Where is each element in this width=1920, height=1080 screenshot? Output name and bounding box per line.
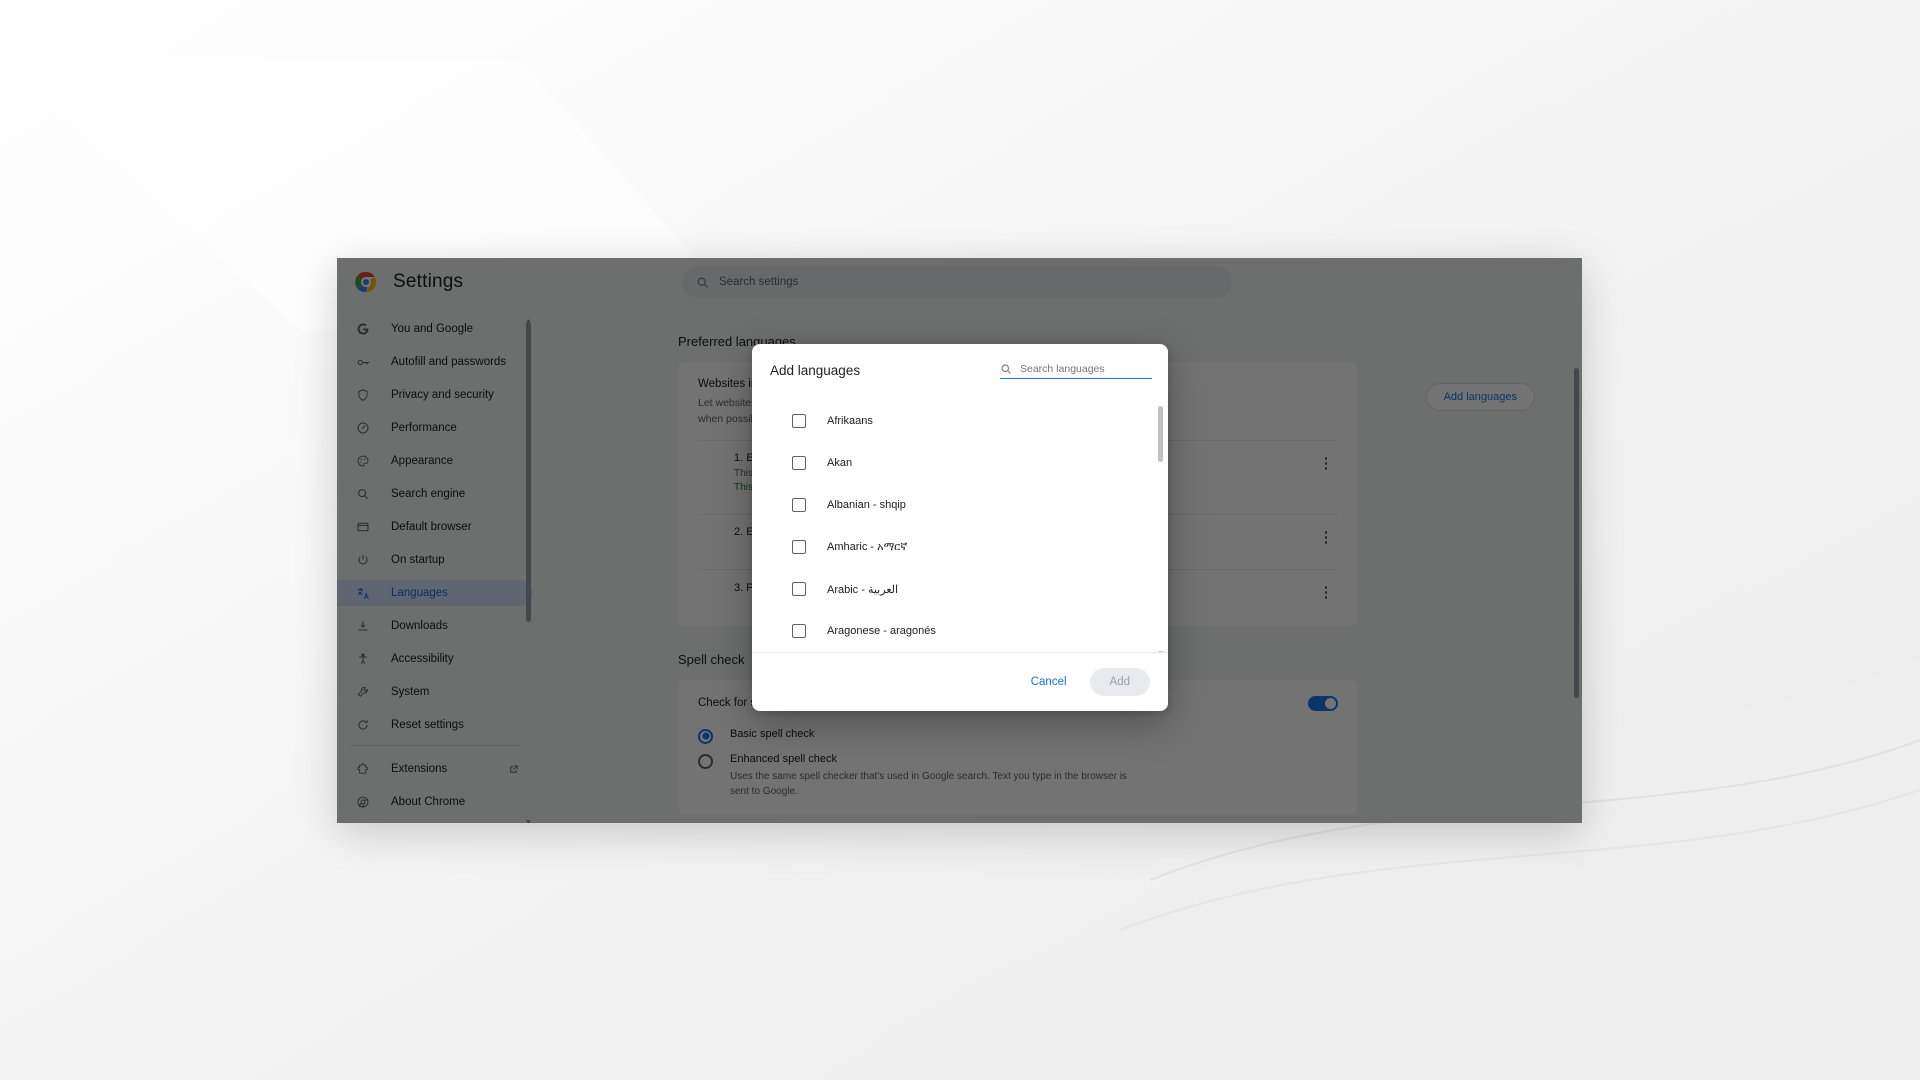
search-languages-field[interactable] (1000, 362, 1152, 379)
list-item[interactable]: Akan (752, 442, 1168, 484)
dialog-title: Add languages (770, 362, 861, 378)
search-languages-input[interactable] (1020, 362, 1145, 375)
language-option-label: Amharic - አማርኛ (827, 540, 908, 553)
checkbox-icon[interactable] (792, 540, 806, 554)
add-languages-dialog: Add languages Afrikaans Akan (752, 344, 1168, 711)
dialog-header: Add languages (752, 344, 1168, 396)
desktop-background: ک س Settings (0, 0, 1920, 1080)
scrollbar-thumb[interactable] (1158, 406, 1163, 462)
checkbox-icon[interactable] (792, 582, 806, 596)
checkbox-icon[interactable] (792, 624, 806, 638)
language-option-label: Afrikaans (827, 415, 873, 427)
list-item[interactable]: Arabic - العربية (752, 568, 1168, 610)
list-item[interactable]: Amharic - አማርኛ (752, 526, 1168, 568)
add-button[interactable]: Add (1089, 668, 1150, 696)
dialog-footer: Cancel Add (752, 653, 1168, 711)
language-option-label: Akan (827, 457, 853, 469)
language-option-label: Albanian - shqip (827, 499, 906, 511)
language-option-label: Arabic - العربية (827, 583, 899, 596)
list-item[interactable]: Afrikaans (752, 400, 1168, 442)
checkbox-icon[interactable] (792, 414, 806, 428)
list-item[interactable]: Albanian - shqip (752, 484, 1168, 526)
cancel-button[interactable]: Cancel (1018, 668, 1080, 696)
language-list-container: Afrikaans Akan Albanian - shqip Amharic … (752, 396, 1168, 653)
chevron-down-icon[interactable] (1157, 644, 1165, 652)
language-option-label: Aragonese - aragonés (827, 625, 936, 637)
search-icon (1000, 362, 1012, 374)
language-list[interactable]: Afrikaans Akan Albanian - shqip Amharic … (752, 396, 1168, 652)
checkbox-icon[interactable] (792, 498, 806, 512)
checkbox-icon[interactable] (792, 456, 806, 470)
list-item[interactable]: Aragonese - aragonés (752, 610, 1168, 652)
dialog-list-scrollbar[interactable] (1158, 400, 1164, 652)
